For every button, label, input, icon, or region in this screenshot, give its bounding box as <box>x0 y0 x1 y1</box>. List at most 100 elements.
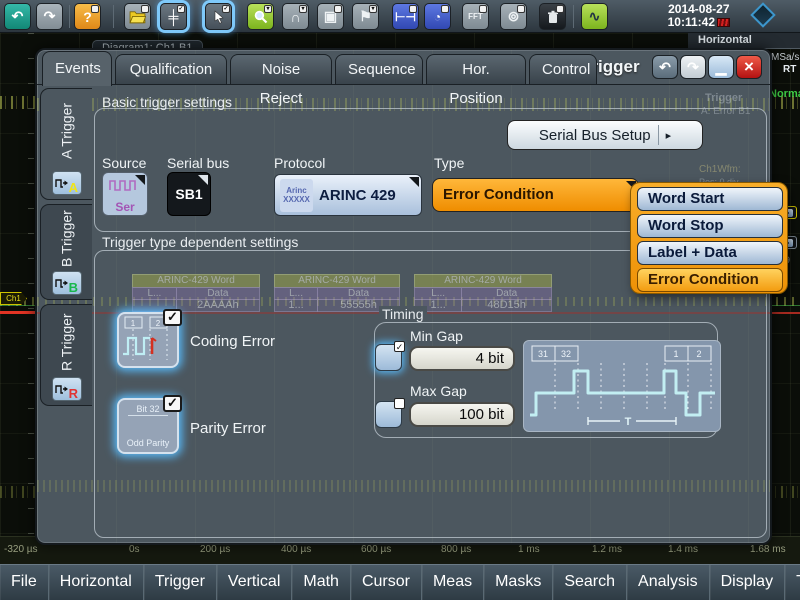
side-tab-r-trigger[interactable]: R Trigger R <box>40 304 92 406</box>
probe-setup-button[interactable]: ╪ ✓ <box>160 3 187 30</box>
redo-button[interactable]: ↷ <box>36 3 63 30</box>
histogram-button[interactable]: ∩ ▾ <box>282 3 309 30</box>
min-gap-checkbox[interactable] <box>375 341 405 371</box>
dialog-undo-button[interactable]: ↶ <box>652 55 678 79</box>
flag-badge: ▾ <box>369 5 377 13</box>
tab-qualification[interactable]: Qualification <box>115 54 227 84</box>
max-gap-label: Max Gap <box>410 383 467 399</box>
menu-display[interactable]: Display <box>710 565 786 600</box>
mask-test-button[interactable]: ▣ <box>317 3 344 30</box>
a-trigger-letter: A <box>68 180 78 195</box>
select-cursor-button[interactable]: ✓ <box>205 3 232 30</box>
protocol-selector[interactable]: Arinc XXXXX ARINC 429 <box>274 174 422 216</box>
fft-badge <box>479 5 487 13</box>
serial-bus-setup-button[interactable]: Serial Bus Setup ▸ <box>507 120 703 150</box>
help-badge <box>91 5 99 13</box>
expand-arrow-icon: ▸ <box>665 129 672 142</box>
serial-bus-selector[interactable]: SB1 <box>167 172 211 216</box>
menu-vertical[interactable]: Vertical <box>217 565 293 600</box>
dialog-redo-button[interactable]: ↷ <box>680 55 706 79</box>
dropdown-item-label-data[interactable]: Label + Data <box>637 241 783 265</box>
menu-search[interactable]: Search <box>553 565 628 600</box>
min-gap-label: Min Gap <box>410 328 463 344</box>
select-cursor-badge: ✓ <box>222 5 230 13</box>
b-trigger-letter: B <box>68 280 78 295</box>
toolbar-separator <box>573 5 574 28</box>
svg-text:2: 2 <box>156 319 161 328</box>
menu-meas[interactable]: Meas <box>422 565 485 600</box>
top-toolbar: ↶ ↷ ? ╪ ✓ ✓ ▾ ∩ ▾ ▣ ⚑ ▾ ⊢⊣ ◔ FFT ⊚ ∿ 201… <box>0 0 800 33</box>
source-selector[interactable]: Ser <box>102 172 148 216</box>
help-button[interactable]: ? <box>74 3 101 30</box>
dialog-minimize-button[interactable]: ▁ <box>708 55 734 79</box>
menu-trigger[interactable]: Trigger <box>144 565 217 600</box>
svg-text:1: 1 <box>673 349 678 359</box>
coding-error-checkbox[interactable] <box>163 309 182 326</box>
min-gap-check-state <box>394 341 405 352</box>
protocol-icon-bottom-text: XXXXX <box>283 195 310 204</box>
min-gap-field[interactable]: 4 bit <box>409 346 515 371</box>
dropdown-item-word-start[interactable]: Word Start <box>637 187 783 211</box>
side-tab-label: R Trigger <box>58 313 75 371</box>
tab-sequence[interactable]: Sequence <box>335 54 423 84</box>
tab-control[interactable]: Control <box>529 54 597 84</box>
button-divider <box>657 125 659 145</box>
dropdown-item-error-condition[interactable]: Error Condition <box>637 268 783 292</box>
coding-error-toggle[interactable]: 1 2 <box>117 309 182 368</box>
measurement-button[interactable]: ⊢⊣ <box>392 3 419 30</box>
menu-cursor[interactable]: Cursor <box>351 565 422 600</box>
max-gap-check-state <box>394 398 405 409</box>
svg-text:32: 32 <box>561 349 571 359</box>
toolbar-separator <box>113 5 114 28</box>
dialog-redo-icon: ↷ <box>687 58 699 75</box>
quick-meas-button[interactable]: ◔ <box>424 3 451 30</box>
protocol-label: Protocol <box>274 155 326 171</box>
trigger-type-selector[interactable]: Error Condition <box>432 178 639 212</box>
svg-text:T: T <box>625 416 632 428</box>
undo-button[interactable]: ↶ <box>4 3 31 30</box>
protocol-decode-button[interactable]: ⊚ <box>500 3 527 30</box>
fft-icon: FFT <box>468 12 483 21</box>
arinc-protocol-icon: Arinc XXXXX <box>280 179 313 212</box>
signal-generator-button[interactable]: ∿ <box>581 3 608 30</box>
open-file-button[interactable] <box>124 3 151 30</box>
trigger-slope-icon <box>55 179 68 188</box>
side-tab-b-trigger[interactable]: B Trigger B <box>40 204 92 300</box>
zoom-badge: ▾ <box>264 5 272 13</box>
protocol-value: ARINC 429 <box>319 186 396 204</box>
protocol-decode-badge <box>517 5 525 13</box>
probe-setup-badge: ✓ <box>177 5 185 13</box>
menu-masks[interactable]: Masks <box>484 565 554 600</box>
mask-test-badge <box>334 5 342 13</box>
menu-horizontal[interactable]: Horizontal <box>49 565 144 600</box>
serial-bus-value: SB1 <box>175 186 203 202</box>
menu-file[interactable]: File <box>0 565 49 600</box>
menu-analysis[interactable]: Analysis <box>627 565 710 600</box>
side-tab-a-trigger[interactable]: A Trigger A <box>40 88 92 200</box>
delete-button[interactable] <box>539 3 566 30</box>
zoom-button[interactable]: ▾ <box>247 3 274 30</box>
parity-error-checkbox[interactable] <box>163 395 182 412</box>
menu-math[interactable]: Math <box>292 565 351 600</box>
histogram-badge: ▾ <box>299 5 307 13</box>
close-icon: × <box>744 57 754 76</box>
dropdown-item-word-stop[interactable]: Word Stop <box>637 214 783 238</box>
x-tick: 0s <box>129 544 140 555</box>
tab-noise-reject[interactable]: Noise Reject <box>230 54 332 107</box>
tab-hor-position[interactable]: Hor. Position <box>426 54 526 107</box>
trigger-type-value: Error Condition <box>443 186 554 203</box>
dialog-undo-icon: ↶ <box>659 58 671 75</box>
fft-button[interactable]: FFT <box>462 3 489 30</box>
parity-error-label: Parity Error <box>190 420 266 437</box>
tab-events[interactable]: Events <box>42 51 112 86</box>
menu-tutorials[interactable]: Tutorials <box>785 565 800 600</box>
parity-error-toggle[interactable]: Bit 32 Odd Parity <box>117 395 182 454</box>
max-gap-field[interactable]: 100 bit <box>409 402 515 427</box>
dialog-close-button[interactable]: × <box>736 55 762 79</box>
realtime-label: RT <box>783 64 797 75</box>
source-label: Source <box>102 155 147 171</box>
annotation-flag-button[interactable]: ⚑ ▾ <box>352 3 379 30</box>
type-label: Type <box>434 155 465 171</box>
record-indicator-icon <box>717 18 730 27</box>
max-gap-checkbox[interactable] <box>375 398 405 428</box>
